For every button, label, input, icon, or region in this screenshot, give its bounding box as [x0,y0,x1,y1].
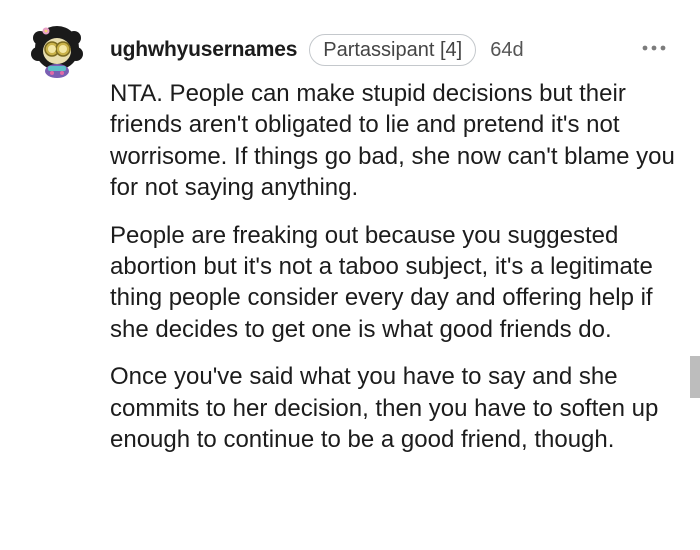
more-options-icon [642,45,666,51]
comment: ughwhyusernames Partassipant [4] 64d NTA… [0,0,700,550]
snoo-avatar-icon [31,26,83,78]
comment-body: NTA. People can make stupid decisions bu… [110,78,680,471]
comment-paragraph: Once you've said what you have to say an… [110,363,659,454]
more-options-button[interactable] [640,40,668,56]
scrollbar-thumb[interactable] [690,356,700,398]
user-flair-badge: Partassipant [4] [309,34,477,66]
comment-paragraph: NTA. People can make stupid decisions bu… [110,80,675,202]
comment-age: 64d [490,38,524,61]
username-link[interactable]: ughwhyusernames [110,38,297,62]
user-avatar[interactable] [30,24,84,80]
comment-header: ughwhyusernames Partassipant [4] 64d [110,32,524,68]
comment-paragraph: People are freaking out because you sugg… [110,221,653,343]
